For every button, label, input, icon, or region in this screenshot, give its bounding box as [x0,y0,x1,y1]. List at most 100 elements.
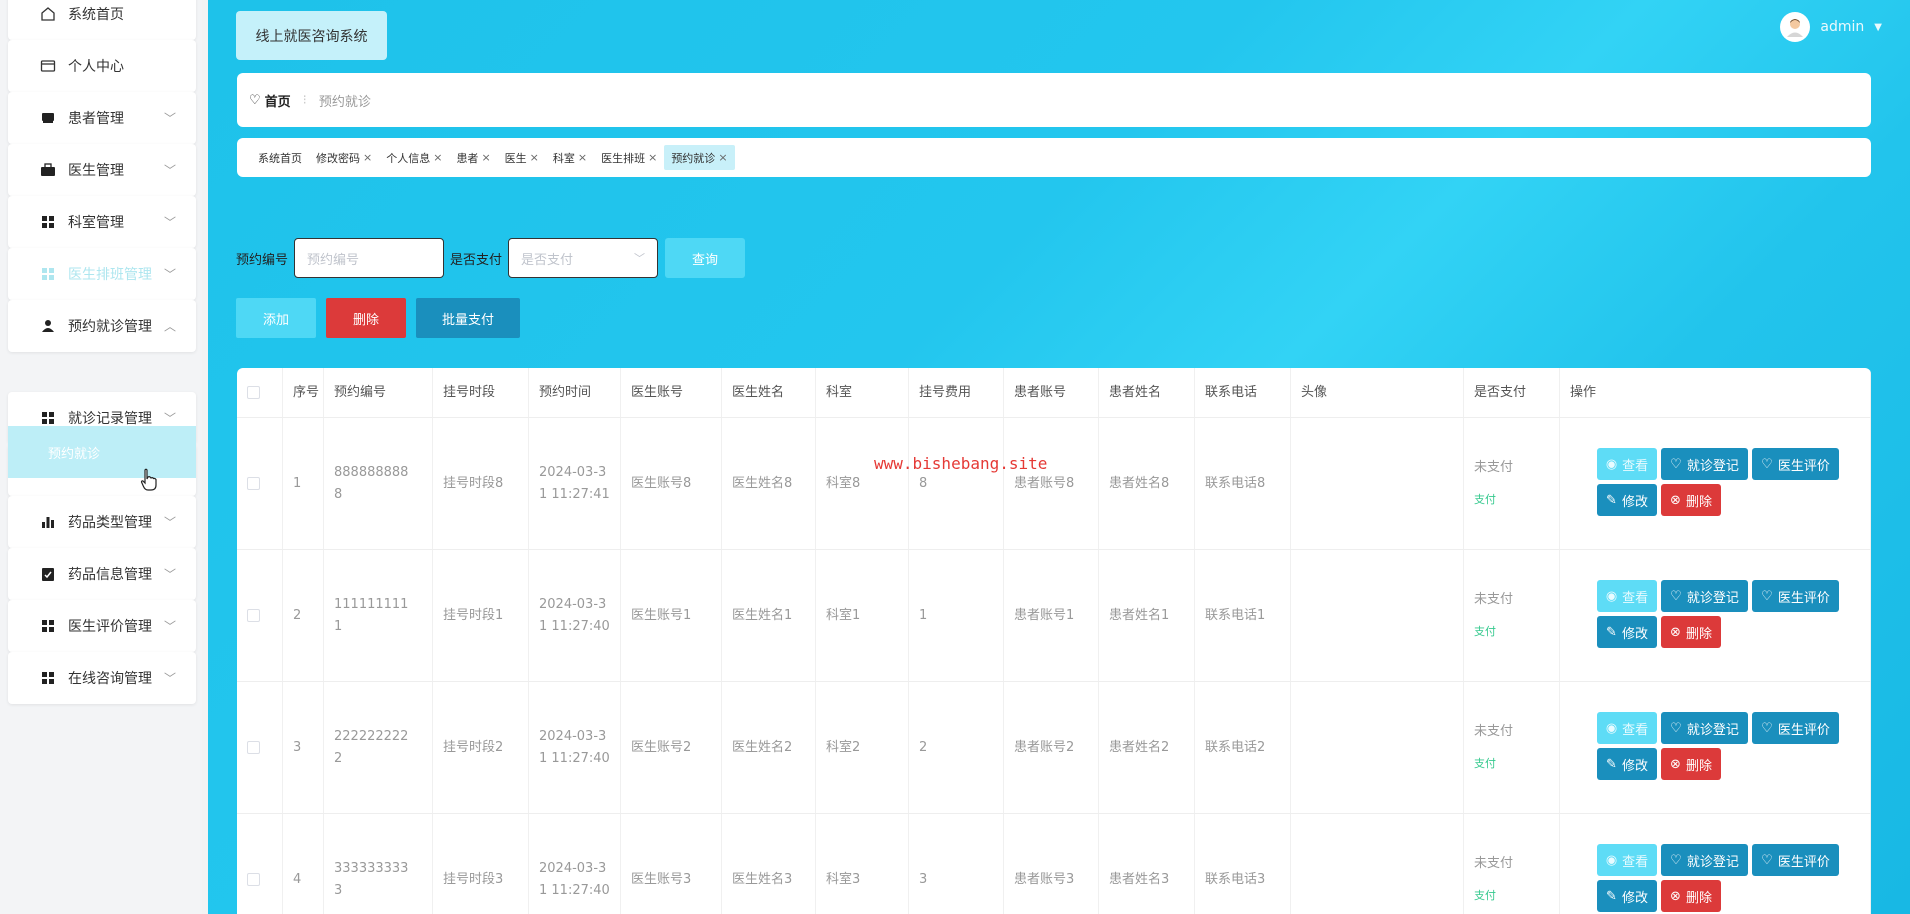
rate-doctor-button[interactable]: ♡ 医生评价 [1752,448,1839,480]
paid-status: 未支付 [1474,855,1514,871]
appointment-code-input[interactable]: 预约编号 [294,238,445,278]
sidebar-item-12[interactable]: 医生评价管理 ﹀ [8,600,196,652]
doctor-account-cell: 医生账号3 [621,814,722,914]
eye-icon: ◉ [1605,588,1618,604]
register-visit-button[interactable]: ♡ 就诊登记 [1661,712,1748,744]
tag-8[interactable]: 预约就诊 × [664,145,735,170]
heart-icon: ♡ [249,92,261,108]
bar-chart-icon [40,514,56,530]
doctor-name-cell: 医生姓名3 [722,814,816,914]
sidebar-subitem-appointment[interactable]: 预约就诊 [8,426,196,478]
row-checkbox[interactable] [247,741,260,754]
sidebar-item-10[interactable]: 药品类型管理 ﹀ [8,496,196,548]
paid-cell: 未支付 支付 [1464,550,1560,681]
pay-link[interactable]: 支付 [1474,489,1496,511]
row-checkbox[interactable] [247,477,260,490]
breadcrumb-separator: ⁝ [302,92,307,108]
doctor-name-cell: 医生姓名2 [722,682,816,813]
delete-button[interactable]: 删除 [326,298,406,338]
edit-button[interactable]: ✎ 修改 [1597,616,1657,648]
view-button[interactable]: ◉ 查看 [1597,712,1657,744]
column-header: 医生账号 [621,368,722,417]
heart-icon: ♡ [1670,720,1682,736]
sidebar-item-6[interactable]: 医生排班管理 ﹀ [8,248,196,300]
close-icon[interactable]: × [363,151,372,164]
column-header: 患者账号 [1004,368,1099,417]
pay-link[interactable]: 支付 [1474,885,1496,907]
sidebar-item-13[interactable]: 在线咨询管理 ﹀ [8,652,196,704]
sidebar-item-label: 医生评价管理 [68,619,152,635]
search-label-code: 预约编号 [236,252,289,268]
select-all-checkbox[interactable] [247,386,260,399]
heart-icon: ♡ [1761,852,1773,868]
add-button[interactable]: 添加 [236,298,316,338]
edit-button[interactable]: ✎ 修改 [1597,748,1657,780]
close-icon[interactable]: × [718,151,727,164]
phone-cell: 联系电话1 [1195,550,1291,681]
column-header: 预约时间 [529,368,621,417]
close-icon[interactable]: × [433,151,442,164]
breadcrumb-home[interactable]: ♡ 首页 [249,91,291,110]
pay-link[interactable]: 支付 [1474,753,1496,775]
batch-pay-button[interactable]: 批量支付 [416,298,520,338]
user-menu[interactable]: admin ▼ [1780,12,1882,42]
sidebar-item-label: 个人中心 [68,59,124,75]
heart-icon: ♡ [1670,456,1682,472]
code-cell: 888888888 8 [324,418,433,549]
rate-doctor-button[interactable]: ♡ 医生评价 [1752,580,1839,612]
delete-row-button[interactable]: ⊗ 删除 [1661,880,1721,912]
rate-doctor-button[interactable]: ♡ 医生评价 [1752,712,1839,744]
tag-4[interactable]: 患者 × [449,145,497,170]
tag-2[interactable]: 修改密码 × [309,145,379,170]
sidebar-item-4[interactable]: 医生管理 ﹀ [8,144,196,196]
sidebar-item-1[interactable]: 系统首页 [8,0,196,40]
close-icon[interactable]: × [648,151,657,164]
circle-x-icon: ⊗ [1670,624,1681,640]
register-visit-button[interactable]: ♡ 就诊登记 [1661,580,1748,612]
doctor-name-cell: 医生姓名8 [722,418,816,549]
department-cell: 科室8 [816,418,909,549]
delete-row-button[interactable]: ⊗ 删除 [1661,748,1721,780]
close-icon[interactable]: × [578,151,587,164]
edit-button[interactable]: ✎ 修改 [1597,484,1657,516]
column-header: 联系电话 [1195,368,1291,417]
avatar-cell [1291,550,1464,681]
index-cell: 1 [283,418,324,549]
register-visit-button[interactable]: ♡ 就诊登记 [1661,448,1748,480]
paid-cell: 未支付 支付 [1464,814,1560,914]
register-visit-button[interactable]: ♡ 就诊登记 [1661,844,1748,876]
sidebar-item-5[interactable]: 科室管理 ﹀ [8,196,196,248]
sidebar-item-11[interactable]: 药品信息管理 ﹀ [8,548,196,600]
tag-1[interactable]: 系统首页 [251,145,309,170]
sidebar-item-label: 就诊记录管理 [68,411,152,427]
search-label-paid: 是否支付 [450,252,503,268]
close-icon[interactable]: × [530,151,539,164]
row-checkbox[interactable] [247,609,260,622]
search-bar: 预约编号 预约编号 是否支付 是否支付 ﹀ 查询 [236,238,746,278]
tag-5[interactable]: 医生 × [498,145,546,170]
view-button[interactable]: ◉ 查看 [1597,844,1657,876]
heart-icon: ♡ [1761,588,1773,604]
sidebar-item-3[interactable]: 患者管理 ﹀ [8,92,196,144]
chevron-down-icon: ﹀ [634,252,646,265]
delete-row-button[interactable]: ⊗ 删除 [1661,616,1721,648]
edit-button[interactable]: ✎ 修改 [1597,880,1657,912]
delete-row-button[interactable]: ⊗ 删除 [1661,484,1721,516]
tag-3[interactable]: 个人信息 × [379,145,449,170]
paid-status: 未支付 [1474,459,1514,475]
tag-7[interactable]: 医生排班 × [594,145,664,170]
tag-6[interactable]: 科室 × [546,145,594,170]
close-icon[interactable]: × [481,151,490,164]
paid-select[interactable]: 是否支付 ﹀ [508,238,659,278]
pay-link[interactable]: 支付 [1474,621,1496,643]
view-button[interactable]: ◉ 查看 [1597,580,1657,612]
row-checkbox[interactable] [247,873,260,886]
heart-icon: ♡ [1761,720,1773,736]
sidebar-item-7[interactable]: 预约就诊管理 ︿ [8,300,196,352]
sidebar-item-2[interactable]: 个人中心 [8,40,196,92]
rate-doctor-button[interactable]: ♡ 医生评价 [1752,844,1839,876]
slot-cell: 挂号时段3 [433,814,529,914]
table-row: 1 888888888 8 挂号时段8 2024-03-3 1 11:27:41 医生账号8… [237,418,1871,550]
view-button[interactable]: ◉ 查看 [1597,448,1657,480]
query-button[interactable]: 查询 [665,238,746,278]
